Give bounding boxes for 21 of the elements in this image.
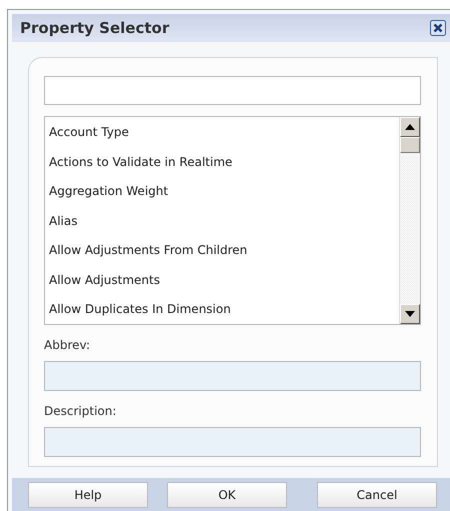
dialog-button[interactable]: Cancel bbox=[317, 482, 437, 508]
field-label: Abbrev: bbox=[44, 338, 90, 352]
scroll-up-icon[interactable] bbox=[400, 117, 420, 137]
input-field[interactable] bbox=[44, 361, 421, 391]
list-item[interactable]: Account Type bbox=[45, 118, 399, 148]
field-label: Description: bbox=[44, 404, 116, 418]
scrollbar[interactable] bbox=[399, 117, 420, 324]
scroll-down-icon[interactable] bbox=[400, 304, 420, 324]
list-item[interactable]: Allow Adjustments bbox=[45, 266, 399, 295]
dialog-button[interactable]: Help bbox=[28, 482, 148, 508]
list-item[interactable]: Actions to Validate in Realtime bbox=[45, 148, 399, 177]
scroll-thumb[interactable] bbox=[400, 137, 420, 153]
input-field[interactable] bbox=[44, 427, 421, 457]
window-title: Property Selector bbox=[20, 19, 170, 37]
list-item[interactable]: Alias bbox=[45, 206, 399, 236]
search-field[interactable] bbox=[44, 76, 421, 105]
dialog-button[interactable]: OK bbox=[167, 482, 287, 508]
list-item[interactable]: Aggregation Weight bbox=[45, 177, 399, 206]
close-icon[interactable] bbox=[430, 20, 446, 36]
list-item[interactable]: Allow Adjustments From Children bbox=[45, 236, 399, 266]
list-item[interactable]: Allow Duplicates In Dimension bbox=[45, 295, 399, 324]
